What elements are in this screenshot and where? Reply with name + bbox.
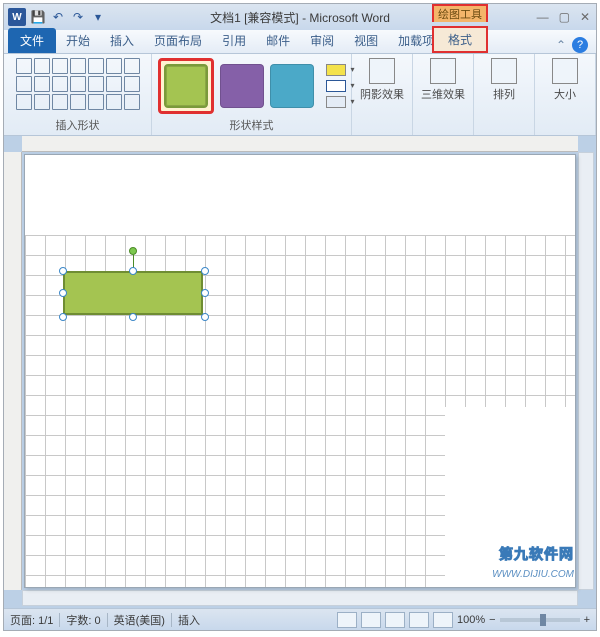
tab-layout[interactable]: 页面布局	[144, 28, 212, 53]
contextual-tab-label: 绘图工具	[432, 4, 488, 22]
ribbon-tabs: 文件 开始 插入 页面布局 引用 邮件 审阅 视图 加载项 格式 ⌃ ?	[4, 30, 596, 54]
view-fullscreen-icon[interactable]	[361, 612, 381, 628]
app-icon: W	[8, 8, 26, 26]
view-print-layout-icon[interactable]	[337, 612, 357, 628]
selected-rectangle-shape[interactable]	[63, 271, 203, 315]
zoom-slider[interactable]	[500, 618, 580, 622]
3d-effects-button[interactable]: 三维效果	[419, 58, 467, 102]
qat-dropdown-icon[interactable]: ▾	[90, 9, 106, 25]
tab-references[interactable]: 引用	[212, 28, 256, 53]
group-arrange: 排列	[474, 54, 535, 135]
document-area: 第九软件网 WWW.DIJIU.COM	[4, 136, 596, 608]
shapes-gallery[interactable]	[16, 58, 140, 110]
redo-icon[interactable]: ↷	[70, 9, 86, 25]
tab-insert[interactable]: 插入	[100, 28, 144, 53]
title-bar: W 💾 ↶ ↷ ▾ 文档1 [兼容模式] - Microsoft Word 绘图…	[4, 4, 596, 30]
zoom-out-icon[interactable]: −	[489, 614, 495, 626]
shape-fill-button[interactable]	[326, 64, 346, 76]
resize-handle-se[interactable]	[201, 313, 209, 321]
horizontal-ruler[interactable]	[22, 136, 578, 152]
shadow-effects-button[interactable]: 阴影效果	[358, 58, 406, 102]
save-icon[interactable]: 💾	[30, 9, 46, 25]
window-title: 文档1 [兼容模式] - Microsoft Word	[210, 9, 390, 26]
watermark-url: WWW.DIJIU.COM	[492, 569, 574, 580]
tab-file[interactable]: 文件	[8, 28, 56, 53]
quick-access-toolbar: 💾 ↶ ↷ ▾	[30, 9, 106, 25]
tab-format[interactable]: 格式	[432, 26, 488, 53]
resize-handle-w[interactable]	[59, 289, 67, 297]
watermark-text: 第九软件网	[499, 544, 574, 564]
change-shape-button[interactable]	[326, 96, 346, 108]
style-swatch-purple[interactable]	[220, 64, 264, 108]
style-swatch-teal[interactable]	[270, 64, 314, 108]
arrange-icon	[491, 58, 517, 84]
ribbon: 插入形状 形状样式 阴影效果	[4, 54, 596, 136]
view-draft-icon[interactable]	[433, 612, 453, 628]
group-size: 大小	[535, 54, 596, 135]
resize-handle-e[interactable]	[201, 289, 209, 297]
window-frame: W 💾 ↶ ↷ ▾ 文档1 [兼容模式] - Microsoft Word 绘图…	[3, 3, 597, 631]
style-swatch-selected[interactable]	[158, 58, 214, 114]
status-language[interactable]: 英语(美国)	[114, 612, 165, 628]
maximize-icon[interactable]: ▢	[559, 10, 570, 24]
cube-icon	[430, 58, 456, 84]
arrange-button[interactable]: 排列	[480, 58, 528, 102]
help-icon[interactable]: ?	[572, 37, 588, 53]
shadow-icon	[369, 58, 395, 84]
group-3d: 三维效果	[413, 54, 474, 135]
shape-outline-button[interactable]	[326, 80, 346, 92]
tab-view[interactable]: 视图	[344, 28, 388, 53]
group-label-shapes: 插入形状	[56, 117, 100, 133]
status-mode[interactable]: 插入	[178, 612, 200, 628]
resize-handle-n[interactable]	[129, 267, 137, 275]
group-shadow: 阴影效果	[352, 54, 413, 135]
group-shape-styles: 形状样式	[152, 54, 352, 135]
minimize-icon[interactable]: —	[537, 10, 549, 24]
size-icon	[552, 58, 578, 84]
group-insert-shapes: 插入形状	[4, 54, 152, 135]
vertical-scrollbar[interactable]	[578, 152, 594, 590]
status-words[interactable]: 字数: 0	[66, 612, 100, 628]
document-page[interactable]	[24, 154, 576, 588]
size-button[interactable]: 大小	[541, 58, 589, 102]
close-icon[interactable]: ✕	[580, 10, 590, 24]
resize-handle-ne[interactable]	[201, 267, 209, 275]
resize-handle-s[interactable]	[129, 313, 137, 321]
tab-mailings[interactable]: 邮件	[256, 28, 300, 53]
resize-handle-sw[interactable]	[59, 313, 67, 321]
undo-icon[interactable]: ↶	[50, 9, 66, 25]
vertical-ruler[interactable]	[4, 152, 22, 590]
tab-review[interactable]: 审阅	[300, 28, 344, 53]
zoom-label[interactable]: 100%	[457, 614, 485, 626]
status-page[interactable]: 页面: 1/1	[10, 612, 53, 628]
zoom-in-icon[interactable]: +	[584, 614, 590, 626]
view-outline-icon[interactable]	[409, 612, 429, 628]
tab-home[interactable]: 开始	[56, 28, 100, 53]
horizontal-scrollbar[interactable]	[22, 590, 578, 606]
group-label-styles: 形状样式	[230, 117, 274, 133]
view-web-icon[interactable]	[385, 612, 405, 628]
status-bar: 页面: 1/1 字数: 0 英语(美国) 插入 100% − +	[4, 608, 596, 630]
resize-handle-nw[interactable]	[59, 267, 67, 275]
rotation-handle[interactable]	[129, 247, 137, 255]
ribbon-minimize-icon[interactable]: ⌃	[556, 38, 566, 52]
